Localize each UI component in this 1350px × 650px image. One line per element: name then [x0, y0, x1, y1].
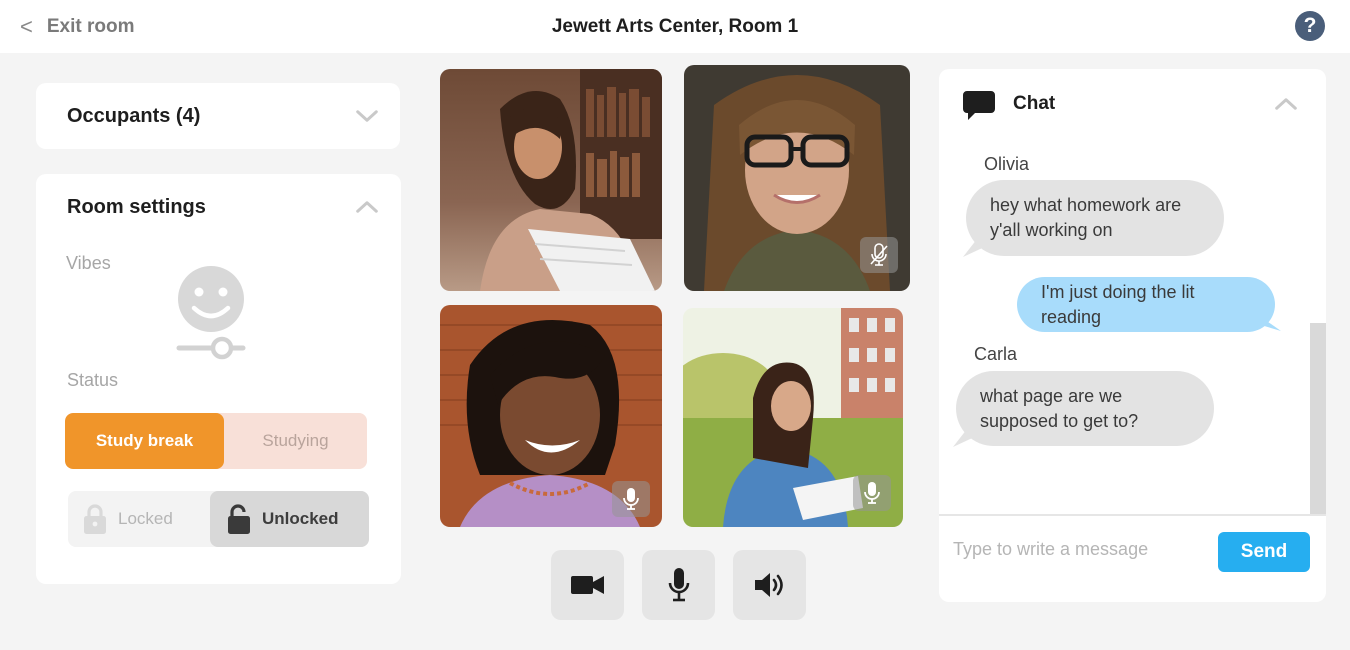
occupants-panel[interactable]: Occupants (4) [36, 83, 400, 149]
video-tile-2[interactable] [684, 65, 910, 291]
camera-button[interactable] [551, 550, 624, 620]
message-line: supposed to get to? [980, 410, 1139, 431]
mic-muted-badge [860, 237, 898, 273]
message-bubble: what page are we supposed to get to? [956, 371, 1214, 446]
mic-on-badge [853, 475, 891, 511]
help-icon[interactable]: ? [1295, 11, 1325, 41]
occupants-title: Occupants (4) [67, 105, 201, 127]
lock-open-icon [228, 504, 250, 534]
lock-closed-icon [84, 504, 106, 534]
lock-toggle: Locked Unlocked [68, 491, 369, 547]
vibes-slider[interactable] [176, 336, 246, 360]
chevron-up-icon[interactable] [1275, 93, 1297, 115]
room-settings-panel: Room settings Vibes Status Study break S… [36, 174, 401, 584]
locked-option[interactable]: Locked [68, 491, 210, 547]
chat-bubble-icon [963, 91, 995, 120]
chat-divider [939, 514, 1326, 516]
message-line: I'm just doing the lit reading [1041, 281, 1195, 327]
message-bubble-outgoing: I'm just doing the lit reading [1017, 277, 1275, 332]
message-sender: Carla [974, 344, 1018, 364]
chat-scrollbar[interactable] [1310, 323, 1326, 515]
vibes-label: Vibes [66, 253, 111, 273]
message-input[interactable] [953, 534, 1213, 564]
video-tile-4[interactable] [683, 308, 903, 527]
locked-label: Locked [118, 509, 173, 528]
unlocked-option[interactable]: Unlocked [210, 491, 369, 547]
message-line: what page are we [980, 385, 1123, 406]
room-title: Jewett Arts Center, Room 1 [551, 16, 799, 37]
studying-option[interactable]: Studying [224, 413, 367, 469]
send-button[interactable]: Send [1218, 532, 1310, 572]
mic-icon [864, 482, 880, 504]
mic-on-badge [612, 481, 650, 517]
top-bar: < Exit room Jewett Arts Center, Room 1 ? [0, 0, 1350, 53]
video-tile-3[interactable] [440, 305, 662, 527]
chat-title: Chat [1013, 93, 1056, 114]
speaker-button[interactable] [733, 550, 806, 620]
video-tile-1[interactable] [440, 69, 662, 291]
video-camera-icon [570, 576, 604, 594]
room-settings-title: Room settings [67, 196, 206, 218]
microphone-icon [668, 568, 689, 602]
chevron-down-icon[interactable] [356, 105, 378, 127]
unlocked-label: Unlocked [262, 509, 339, 528]
message-bubble: hey what homework are y'all working on [966, 180, 1224, 256]
message-line: hey what homework are [990, 195, 1182, 215]
chat-panel: Chat Olivia hey what homework are y'all … [939, 69, 1326, 602]
person-reading-papers-icon [440, 69, 662, 291]
chevron-up-icon[interactable] [356, 196, 378, 218]
status-label: Status [67, 370, 119, 390]
speaker-icon [754, 573, 783, 597]
vibes-slider-handle[interactable] [210, 336, 234, 360]
message-sender: Olivia [984, 154, 1030, 174]
microphone-button[interactable] [642, 550, 715, 620]
mic-muted-icon [870, 243, 888, 266]
status-toggle: Study break Studying [65, 413, 367, 469]
study-break-option[interactable]: Study break [65, 413, 224, 469]
mic-icon [623, 488, 639, 510]
message-line: y'all working on [990, 220, 1113, 240]
